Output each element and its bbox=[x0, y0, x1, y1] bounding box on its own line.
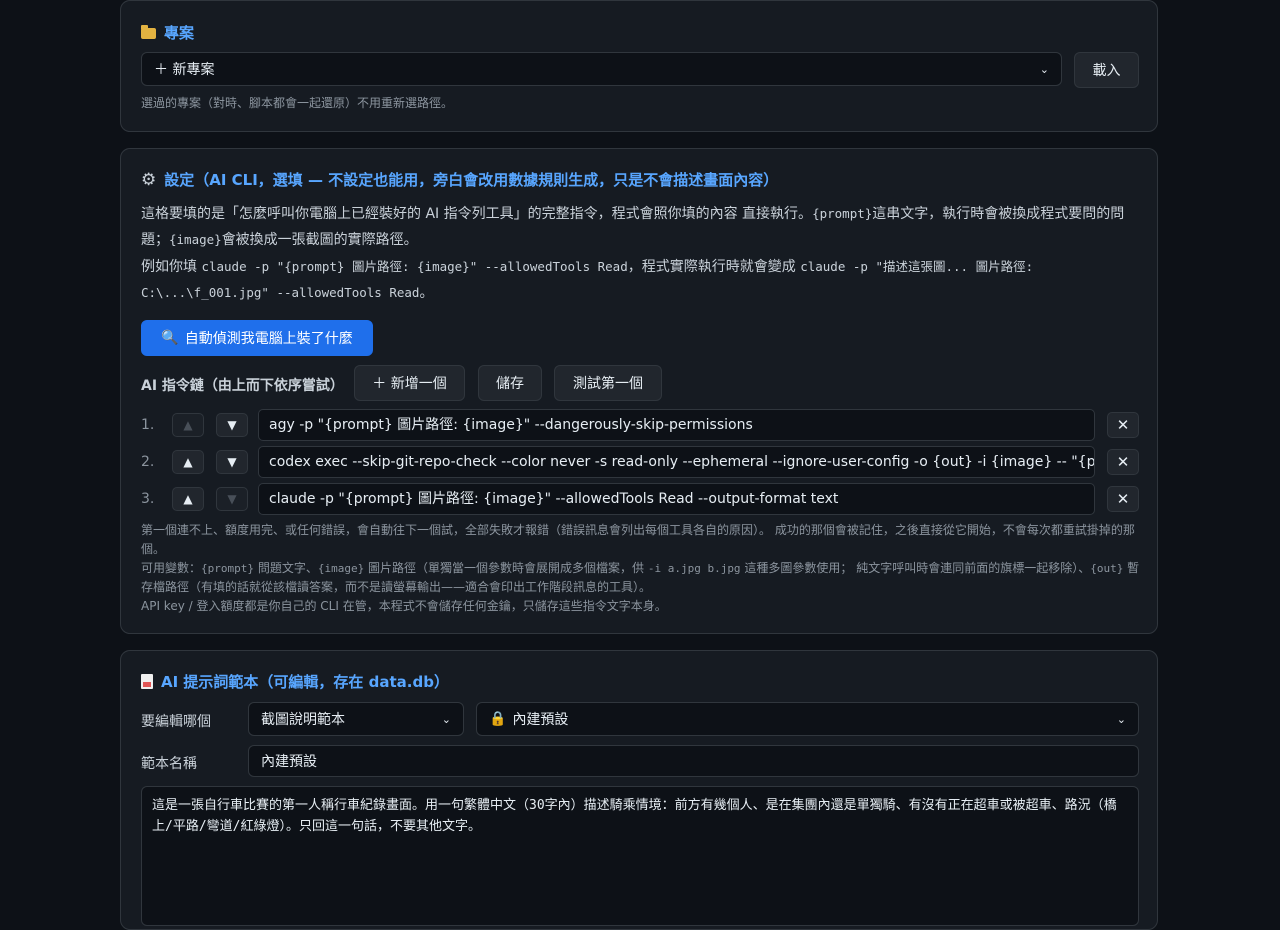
project-hint: 選過的專案（對時、腳本都會一起還原）不用重新選路徑。 bbox=[141, 96, 454, 110]
command-number: 1. bbox=[141, 417, 155, 433]
document-icon bbox=[141, 674, 153, 689]
folder-icon bbox=[141, 25, 156, 39]
prompt-template-title: AI 提示詞範本（可編輯，存在 data.db） bbox=[141, 671, 449, 692]
move-down-button[interactable]: ▼ bbox=[216, 450, 248, 474]
template-preset-select[interactable]: 🔒 內建預設 ⌄ bbox=[476, 702, 1139, 736]
test-first-button[interactable]: 測試第一個 bbox=[554, 365, 662, 401]
move-up-button[interactable]: ▲ bbox=[172, 487, 204, 511]
template-type-select[interactable]: 截圖說明範本 ⌄ bbox=[248, 702, 464, 736]
command-number: 3. bbox=[141, 491, 155, 507]
gear-icon: ⚙ bbox=[141, 169, 157, 190]
template-body-textarea[interactable]: 這是一張自行車比賽的第一人稱行車紀錄畫面。用一句繁體中文（30字內）描述騎乘情境… bbox=[141, 786, 1139, 926]
delete-command-button[interactable]: ✕ bbox=[1107, 412, 1139, 438]
template-name-label: 範本名稱 bbox=[141, 756, 197, 772]
command-input[interactable]: codex exec --skip-git-repo-check --color… bbox=[258, 446, 1095, 478]
chevron-down-icon: ⌄ bbox=[441, 712, 451, 726]
settings-card: ⚙ 設定（AI CLI，選填 — 不設定也能用，旁白會改用數據規則生成，只是不會… bbox=[120, 148, 1158, 634]
load-button[interactable]: 載入 bbox=[1074, 52, 1139, 88]
command-number: 2. bbox=[141, 454, 155, 470]
fallback-hint: 第一個連不上、額度用完、或任何錯誤，會自動往下一個試，全部失敗才報錯（錯誤訊息會… bbox=[141, 523, 1135, 556]
variables-hint: 可用變數：{prompt} 問題文字、{image} 圖片路徑（單獨當一個參數時… bbox=[141, 561, 1140, 594]
move-up-button[interactable]: ▲ bbox=[172, 413, 204, 437]
move-up-button[interactable]: ▲ bbox=[172, 450, 204, 474]
project-card: 專案 ＋ 新專案 ⌄ 載入 選過的專案（對時、腳本都會一起還原）不用重新選路徑。 bbox=[120, 0, 1158, 132]
template-name-input[interactable]: 內建預設 bbox=[248, 745, 1139, 777]
project-select[interactable]: ＋ 新專案 ⌄ bbox=[141, 52, 1062, 86]
api-key-hint: API key / 登入額度都是你自己的 CLI 在管，本程式不會儲存任何金鑰，… bbox=[141, 599, 667, 613]
save-button[interactable]: 儲存 bbox=[478, 365, 542, 401]
settings-title: ⚙ 設定（AI CLI，選填 — 不設定也能用，旁白會改用數據規則生成，只是不會… bbox=[141, 169, 779, 190]
settings-description-2: 例如你填 claude -p "{prompt} 圖片路徑: {image}" … bbox=[141, 259, 1034, 301]
command-input[interactable]: claude -p "{prompt} 圖片路徑: {image}" --all… bbox=[258, 483, 1095, 515]
move-down-button[interactable]: ▼ bbox=[216, 487, 248, 511]
auto-detect-button[interactable]: 🔍 自動偵測我電腦上裝了什麼 bbox=[141, 320, 373, 356]
command-input[interactable]: agy -p "{prompt} 圖片路徑: {image}" --danger… bbox=[258, 409, 1095, 441]
prompt-template-card: AI 提示詞範本（可編輯，存在 data.db） 要編輯哪個 截圖說明範本 ⌄ … bbox=[120, 650, 1158, 930]
delete-command-button[interactable]: ✕ bbox=[1107, 449, 1139, 475]
delete-command-button[interactable]: ✕ bbox=[1107, 486, 1139, 512]
move-down-button[interactable]: ▼ bbox=[216, 413, 248, 437]
chevron-down-icon: ⌄ bbox=[1116, 712, 1126, 726]
project-title: 專案 bbox=[141, 22, 194, 43]
edit-which-label: 要編輯哪個 bbox=[141, 714, 211, 730]
lock-icon: 🔒 bbox=[489, 711, 507, 727]
search-icon: 🔍 bbox=[161, 330, 179, 346]
add-command-button[interactable]: ＋ 新增一個 bbox=[354, 365, 465, 401]
settings-description-1: 這格要填的是「怎麼呼叫你電腦上已經裝好的 AI 指令列工具」的完整指令，程式會照… bbox=[141, 206, 1125, 248]
chain-label: AI 指令鏈（由上而下依序嘗試） bbox=[141, 378, 344, 394]
chevron-down-icon: ⌄ bbox=[1039, 62, 1049, 76]
